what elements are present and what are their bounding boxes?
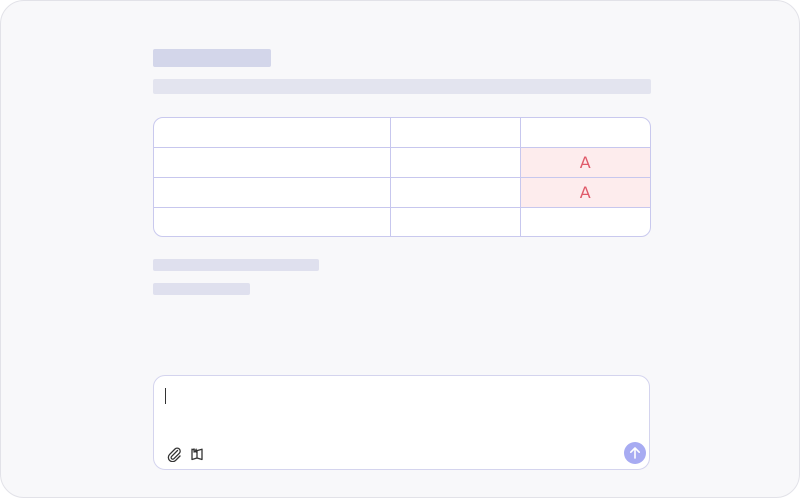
data-table: A A bbox=[153, 117, 651, 237]
table-cell[interactable] bbox=[154, 147, 391, 178]
table-cell[interactable] bbox=[154, 118, 391, 148]
table-row: A bbox=[154, 147, 650, 178]
text-cursor bbox=[165, 388, 166, 404]
book-icon[interactable] bbox=[189, 446, 205, 462]
table-cell[interactable] bbox=[520, 208, 650, 237]
send-button[interactable] bbox=[624, 442, 646, 464]
message-composer[interactable] bbox=[153, 375, 650, 470]
table-cell[interactable] bbox=[390, 207, 521, 236]
table-cell[interactable] bbox=[154, 177, 391, 208]
subtitle-placeholder-bar bbox=[153, 79, 651, 94]
table-cell[interactable] bbox=[154, 207, 391, 236]
flagged-table-cell[interactable]: A bbox=[520, 177, 650, 208]
text-placeholder-bar bbox=[153, 259, 319, 271]
table-cell[interactable] bbox=[390, 118, 521, 148]
table-cell[interactable] bbox=[390, 147, 521, 178]
flagged-table-cell[interactable]: A bbox=[520, 147, 650, 178]
table-row: A bbox=[154, 177, 650, 208]
table-row bbox=[154, 118, 650, 148]
text-placeholder-bar bbox=[153, 283, 250, 295]
table-row bbox=[154, 207, 650, 237]
table-cell[interactable] bbox=[520, 118, 650, 148]
app-window: A A bbox=[0, 0, 800, 498]
message-input[interactable] bbox=[168, 386, 608, 406]
title-placeholder-bar bbox=[153, 49, 271, 67]
table-cell[interactable] bbox=[390, 177, 521, 208]
arrow-up-icon bbox=[630, 447, 640, 459]
paperclip-icon[interactable] bbox=[166, 446, 182, 463]
